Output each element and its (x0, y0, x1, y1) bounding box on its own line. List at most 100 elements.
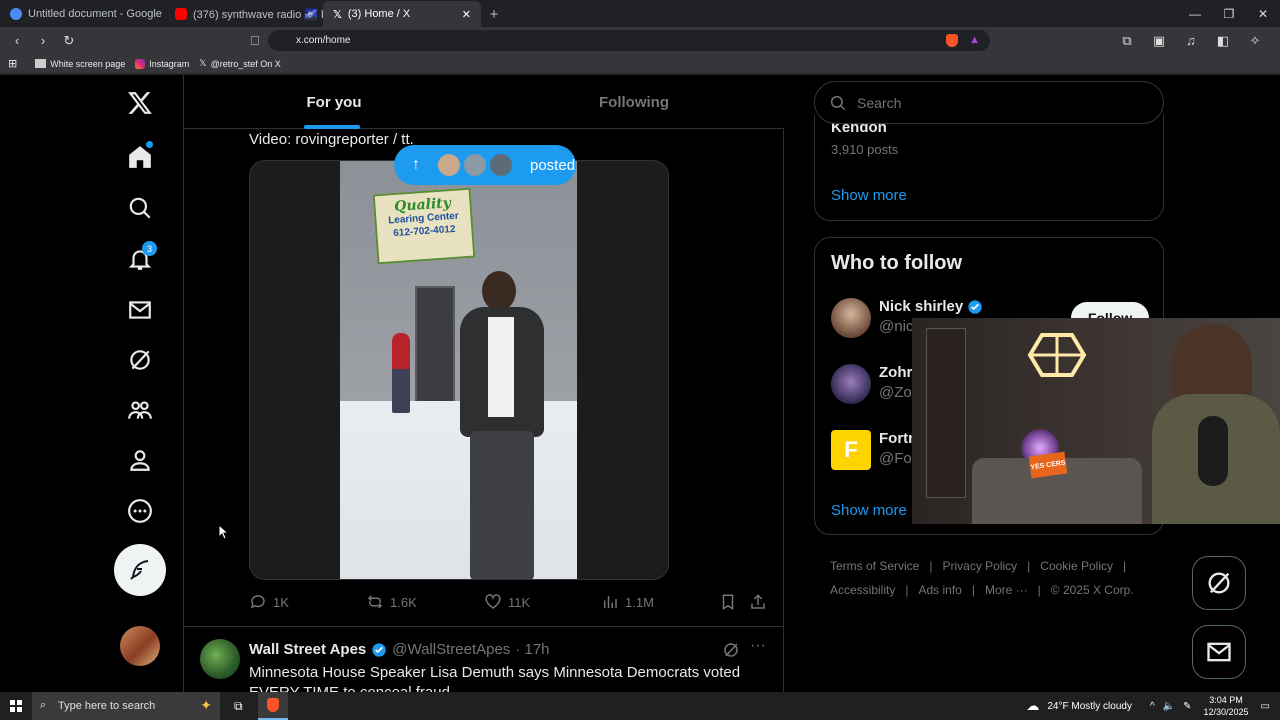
home-feed: Video: rovingreporter / tt. Quality Lear… (184, 75, 784, 692)
tab-label: Following (599, 93, 669, 111)
bookmarks-bar: ⊞ White screen page Instagram 𝕏 @retro_s… (0, 54, 1280, 74)
leo-icon[interactable]: ✧ (1246, 32, 1264, 50)
bookmark-retro-stef[interactable]: 𝕏 @retro_stef On X (199, 58, 280, 69)
grok-icon[interactable] (120, 340, 160, 380)
follow-suggestion[interactable]: Zohr @Zo (831, 364, 912, 408)
arrow-up-icon: ↑ (412, 156, 420, 173)
separator: | (929, 559, 933, 573)
show-more-link[interactable]: Show more (831, 187, 907, 204)
account-avatar[interactable] (120, 626, 160, 666)
author-handle[interactable]: @WallStreetApes (392, 641, 510, 658)
notifications-icon[interactable]: ▭ (1261, 701, 1270, 712)
cookie-link[interactable]: Cookie Policy (1040, 559, 1113, 573)
post-actions: 1K 1.6K 11K 1.1M (249, 593, 769, 615)
tab-following[interactable]: Following (484, 75, 784, 129)
profile-icon[interactable] (120, 440, 160, 480)
apps-grid-icon[interactable]: ⊞ (8, 57, 17, 70)
like-button[interactable]: 11K (484, 593, 530, 611)
new-tab-button[interactable]: + (481, 1, 507, 27)
author-name[interactable]: Wall Street Apes (249, 641, 366, 658)
feather-icon (130, 560, 149, 580)
share-button[interactable] (749, 593, 767, 611)
restore-icon[interactable]: ❐ (1212, 0, 1246, 27)
brave-taskbar-icon[interactable] (258, 692, 288, 720)
messages-floating-button[interactable] (1192, 625, 1246, 679)
tab-x-home[interactable]: 𝕏 (3) Home / X ✕ (323, 1, 481, 27)
taskbar-search-input[interactable]: ⌕ Type here to search ✦ (32, 692, 220, 720)
ads-info-link[interactable]: Ads info (918, 583, 961, 597)
privacy-link[interactable]: Privacy Policy (942, 559, 1017, 573)
more-options-icon[interactable]: ··· (750, 637, 766, 655)
minimize-icon[interactable]: — (1178, 0, 1212, 27)
close-window-icon[interactable]: ✕ (1246, 0, 1280, 27)
post-time: · 17h (515, 641, 550, 658)
more-icon[interactable] (120, 491, 160, 531)
media-icon[interactable]: ♫ (1182, 32, 1200, 50)
sidebar-icon[interactable]: ◧ (1214, 32, 1232, 50)
tab-title: (376) synthwave radio 🌌 beats t (193, 8, 323, 21)
trend-post-count: 3,910 posts (831, 142, 899, 157)
bookmark-instagram[interactable]: Instagram (135, 58, 189, 69)
brave-shield-icon[interactable] (946, 34, 958, 47)
bookmark-button[interactable] (719, 593, 737, 611)
x-logo-icon[interactable] (120, 83, 160, 123)
feed-post[interactable]: Wall Street Apes @WallStreetApes · 17h ·… (184, 626, 784, 692)
mail-icon[interactable] (120, 290, 160, 330)
speaker-icon[interactable]: 🔈 (1163, 701, 1175, 712)
search-icon[interactable] (120, 188, 160, 228)
reply-icon (250, 595, 265, 609)
views-button[interactable]: 1.1M (601, 593, 654, 611)
show-more-link[interactable]: Show more (831, 502, 907, 519)
reply-button[interactable]: 1K (249, 593, 289, 611)
chevron-up-icon[interactable]: ^ (1150, 701, 1155, 712)
post-caption: Video: rovingreporter / tt. (249, 131, 414, 148)
bookmark-page-icon[interactable]: ⎕ (246, 32, 264, 50)
accessibility-link[interactable]: Accessibility (830, 583, 895, 597)
clock-time: 3:04 PM (1209, 695, 1243, 705)
author-avatar[interactable] (200, 639, 240, 679)
tab-label: For you (306, 93, 362, 111)
active-tab-indicator (304, 125, 360, 129)
windows-start-icon[interactable] (10, 700, 22, 712)
address-bar[interactable]: x.com/home ▲ (268, 30, 990, 51)
follow-suggestion[interactable]: F Fortn @For (831, 430, 917, 474)
tab-youtube[interactable]: (376) synthwave radio 🌌 beats t (165, 1, 323, 27)
task-view-icon[interactable]: ⧉ (234, 699, 243, 714)
tab-title: (3) Home / X (347, 8, 411, 20)
bookmark-label: @retro_stef On X (210, 58, 281, 69)
heart-icon (485, 594, 501, 609)
grok-floating-button[interactable] (1192, 556, 1246, 610)
wallet-icon[interactable]: ▣ (1150, 32, 1168, 50)
communities-icon[interactable] (120, 390, 160, 430)
webcam-overlay: YES CERS (912, 318, 1280, 524)
video-frame[interactable]: Quality Learing Center 612-702-4012 (340, 161, 577, 579)
user-avatar (831, 364, 871, 404)
person-red-jacket (392, 333, 410, 413)
reload-icon[interactable]: ↻ (60, 32, 78, 50)
tab-google-docs[interactable]: Untitled document - Google Docs (0, 1, 165, 27)
bookmark-white-screen[interactable]: White screen page (35, 59, 125, 69)
forward-icon[interactable]: › (34, 32, 52, 50)
search-icon (830, 95, 846, 110)
taskbar-search-placeholder: Type here to search (58, 700, 156, 712)
shelf (926, 328, 966, 498)
weather-text[interactable]: 24°F Mostly cloudy (1047, 701, 1132, 712)
search-input[interactable]: Search (814, 81, 1164, 124)
extensions-icon[interactable]: ⧉ (1118, 32, 1136, 50)
more-link[interactable]: More ··· (985, 583, 1028, 597)
compose-post-button[interactable] (114, 544, 166, 596)
home-icon[interactable] (120, 137, 160, 177)
tab-for-you[interactable]: For you (184, 75, 484, 129)
back-icon[interactable]: ‹ (8, 32, 26, 50)
new-posts-pill[interactable]: ↑ posted (394, 145, 576, 185)
brave-rewards-icon[interactable]: ▲ (969, 34, 980, 46)
grok-icon[interactable] (722, 641, 740, 659)
close-tab-icon[interactable]: ✕ (462, 8, 471, 21)
clock[interactable]: 3:04 PM 12/30/2025 (1204, 694, 1249, 718)
bell-icon[interactable]: 3 (120, 239, 160, 279)
terms-link[interactable]: Terms of Service (830, 559, 919, 573)
repost-button[interactable]: 1.6K (366, 593, 417, 611)
post-video[interactable]: Quality Learing Center 612-702-4012 (249, 160, 669, 580)
pen-icon[interactable]: ✎ (1183, 701, 1191, 712)
share-icon (751, 594, 765, 609)
